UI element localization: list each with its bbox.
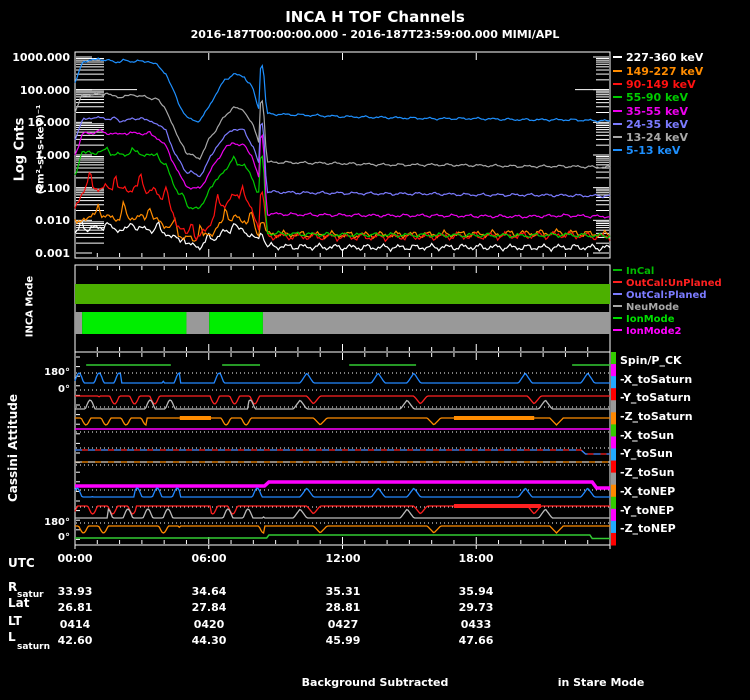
- table-cell: 26.81: [57, 601, 93, 614]
- page-subtitle: 2016-187T00:00:00.000 - 2016-187T23:59:0…: [190, 28, 560, 41]
- tof-ytick-01: 0.100: [35, 182, 70, 195]
- legend-label: 227-360 keV: [626, 51, 704, 64]
- tof-ytick-001: 0.010: [35, 214, 70, 227]
- legend-item-24-35kev: 24-35 keV: [613, 119, 688, 131]
- legend-label: 149-227 keV: [626, 65, 704, 78]
- attitude-legend-z-tosun: -Z_toSun: [620, 466, 675, 479]
- table-cell: 0414: [59, 618, 91, 631]
- tof-ytick-10: 10.000: [27, 116, 70, 129]
- attitude-legend-y-tonep: -Y_toNEP: [620, 504, 675, 517]
- stare-mode-note: in Stare Mode: [557, 676, 645, 689]
- r-row-label: R: [8, 580, 18, 594]
- legend-dash-icon: [613, 317, 622, 319]
- legend-dash-icon: [613, 96, 622, 98]
- inca-tof-plot-window: INCA H TOF Channels 2016-187T00:00:00.00…: [0, 0, 750, 700]
- attitude-panel-label: Cassini Attitude: [6, 393, 20, 503]
- l-row-label: L: [8, 630, 16, 644]
- page-title: INCA H TOF Channels: [285, 8, 465, 26]
- legend-label: NeuMode: [626, 302, 680, 313]
- tof-ytick-100: 100.000: [19, 84, 70, 97]
- tof-ytick-1000: 1000.000: [12, 51, 70, 64]
- mode-legend-outcal-unplaned: OutCal:UnPlaned: [613, 278, 722, 290]
- legend-label: 24-35 keV: [626, 118, 689, 131]
- legend-dash-icon: [613, 293, 622, 295]
- legend-label: 35-55 keV: [626, 105, 689, 118]
- table-cell: 34.64: [191, 585, 227, 598]
- time-tick-1800: 18:00: [458, 552, 494, 565]
- legend-dash-icon: [613, 56, 622, 58]
- lat-row-label: Lat: [8, 596, 30, 610]
- table-cell: 0427: [327, 618, 359, 631]
- utc-row-label: UTC: [8, 556, 35, 570]
- legend-dash-icon: [613, 329, 622, 331]
- legend-dash-icon: [613, 269, 622, 271]
- legend-dash-icon: [613, 70, 622, 72]
- mode-legend-outcal-planed: OutCal:Planed: [613, 290, 706, 302]
- attitude-legend-z-tosaturn: -Z_toSaturn: [620, 410, 693, 423]
- background-subtracted-note: Background Subtracted: [301, 676, 449, 689]
- tof-ytick-1: 1.000: [35, 149, 70, 162]
- attitude-legend-x-tosaturn: -X_toSaturn: [620, 373, 693, 386]
- table-cell: 33.93: [57, 585, 93, 598]
- table-cell: 0420: [193, 618, 225, 631]
- table-cell: 35.94: [458, 585, 494, 598]
- attitude-legend-z-tonep: -Z_toNEP: [620, 522, 676, 535]
- legend-label: OutCal:UnPlaned: [626, 278, 722, 289]
- table-cell: 27.84: [191, 601, 227, 614]
- table-cell: 0433: [460, 618, 492, 631]
- legend-item-227-360kev: 227-360 keV: [613, 52, 703, 64]
- legend-dash-icon: [613, 136, 622, 138]
- attitude-ytick-0-bot: 0°: [58, 532, 70, 543]
- legend-item-149-227kev: 149-227 keV: [613, 66, 703, 78]
- mode-legend-neumode: NeuMode: [613, 302, 679, 314]
- legend-label: InCal: [626, 266, 655, 277]
- attitude-ytick-0-top: 0°: [58, 384, 70, 395]
- table-cell: 28.81: [325, 601, 361, 614]
- table-cell: 45.99: [325, 634, 361, 647]
- mode-legend-ionmode: IonMode: [613, 314, 674, 326]
- attitude-ytick-180-top: 180°: [44, 367, 70, 378]
- legend-item-90-149kev: 90-149 keV: [613, 79, 696, 91]
- legend-item-55-90kev: 55-90 keV: [613, 92, 688, 104]
- table-cell: 35.31: [325, 585, 361, 598]
- legend-label: IonMode: [626, 314, 675, 325]
- legend-item-5-13kev: 5-13 keV: [613, 145, 680, 157]
- legend-label: 55-90 keV: [626, 91, 689, 104]
- legend-label: 90-149 keV: [626, 78, 696, 91]
- mode-legend-ionmode2: IonMode2: [613, 326, 681, 338]
- legend-dash-icon: [613, 110, 622, 112]
- legend-dash-icon: [613, 83, 622, 85]
- time-tick-0600: 06:00: [191, 552, 227, 565]
- table-cell: 42.60: [57, 634, 93, 647]
- attitude-legend-x-tonep: -X_toNEP: [620, 485, 676, 498]
- attitude-legend-y-tosun: -Y_toSun: [620, 447, 673, 460]
- legend-label: 13-24 keV: [626, 131, 689, 144]
- mode-legend-incal: InCal: [613, 266, 654, 278]
- table-cell: 47.66: [458, 634, 494, 647]
- tof-ytick-0001: 0.001: [35, 247, 70, 260]
- legend-dash-icon: [613, 149, 622, 151]
- attitude-legend-x-tosun: -X_toSun: [620, 429, 675, 442]
- time-tick-0000: 00:00: [57, 552, 93, 565]
- legend-label: 5-13 keV: [626, 144, 681, 157]
- time-tick-1200: 12:00: [325, 552, 361, 565]
- legend-dash-icon: [613, 305, 622, 307]
- attitude-legend-spin-pck: Spin/P_CK: [620, 354, 682, 367]
- legend-dash-icon: [613, 281, 622, 283]
- table-cell: 29.73: [458, 601, 494, 614]
- table-cell: 44.30: [191, 634, 227, 647]
- mode-panel-label: INCA Mode: [24, 275, 36, 338]
- attitude-ytick-180-bot: 180°: [44, 517, 70, 528]
- legend-label: IonMode2: [626, 326, 682, 337]
- legend-label: OutCal:Planed: [626, 290, 707, 301]
- attitude-legend-y-tosaturn: -Y_toSaturn: [620, 391, 691, 404]
- legend-item-13-24kev: 13-24 keV: [613, 132, 688, 144]
- legend-item-35-55kev: 35-55 keV: [613, 106, 688, 118]
- lt-row-label: LT: [8, 614, 22, 628]
- legend-dash-icon: [613, 123, 622, 125]
